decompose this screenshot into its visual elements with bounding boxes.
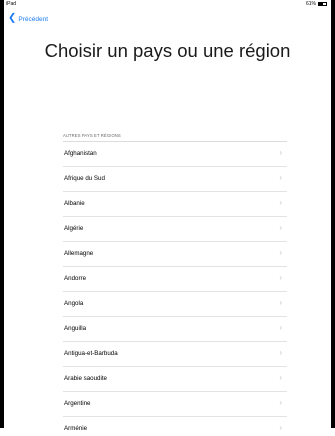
chevron-right-icon: ›	[279, 223, 282, 232]
country-label: Angola	[64, 300, 84, 307]
country-row[interactable]: Antigua-et-Barbuda ›	[63, 341, 287, 366]
country-label: Allemagne	[64, 250, 94, 257]
battery-percent: 61%	[305, 1, 316, 7]
chevron-right-icon: ›	[279, 323, 282, 332]
status-bar: iPad 61%	[4, 0, 331, 9]
country-list: Afghanistan › Afrique du Sud › Albanie › Algér…	[63, 141, 287, 436]
country-row[interactable]: Andorre ›	[63, 266, 287, 291]
battery-icon	[318, 2, 327, 6]
country-row[interactable]: Allemagne ›	[63, 241, 287, 266]
country-label: Albanie	[64, 200, 85, 207]
country-label: Arabie saoudite	[64, 375, 107, 382]
country-row[interactable]: Algérie ›	[63, 216, 287, 241]
device-bezel-left	[0, 0, 4, 428]
chevron-right-icon: ›	[279, 398, 282, 407]
chevron-right-icon: ›	[279, 148, 282, 157]
country-row[interactable]: Arabie saoudite ›	[63, 366, 287, 391]
battery-fill	[319, 3, 324, 5]
country-label: Arménie	[64, 425, 88, 432]
country-row[interactable]: Arménie ›	[63, 416, 287, 436]
back-button[interactable]: ❮ Précédent	[8, 12, 49, 24]
country-label: Antigua-et-Barbuda	[64, 350, 118, 357]
back-button-label: Précédent	[18, 15, 49, 23]
page-title: Choisir un pays ou une région	[44, 40, 291, 61]
country-row[interactable]: Angola ›	[63, 291, 287, 316]
country-label: Afghanistan	[64, 150, 97, 157]
country-row[interactable]: Anguilla ›	[63, 316, 287, 341]
chevron-right-icon: ›	[279, 248, 282, 257]
country-label: Anguilla	[64, 325, 87, 332]
country-label: Argentine	[64, 400, 91, 407]
section-header: AUTRES PAYS ET RÉGIONS	[63, 133, 121, 138]
country-row[interactable]: Albanie ›	[63, 191, 287, 216]
chevron-right-icon: ›	[279, 273, 282, 282]
chevron-right-icon: ›	[279, 198, 282, 207]
country-row[interactable]: Argentine ›	[63, 391, 287, 416]
device-bezel-right	[331, 0, 335, 428]
country-row[interactable]: Afghanistan ›	[63, 141, 287, 166]
chevron-right-icon: ›	[279, 298, 282, 307]
chevron-right-icon: ›	[279, 348, 282, 357]
chevron-left-icon: ❮	[8, 12, 17, 24]
device-name: iPad	[6, 1, 17, 7]
chevron-right-icon: ›	[279, 373, 282, 382]
country-label: Afrique du Sud	[64, 175, 105, 182]
chevron-right-icon: ›	[279, 173, 282, 182]
battery-status: 61%	[306, 1, 327, 7]
country-row[interactable]: Afrique du Sud ›	[63, 166, 287, 191]
country-label: Algérie	[64, 225, 84, 232]
country-label: Andorre	[64, 275, 87, 282]
